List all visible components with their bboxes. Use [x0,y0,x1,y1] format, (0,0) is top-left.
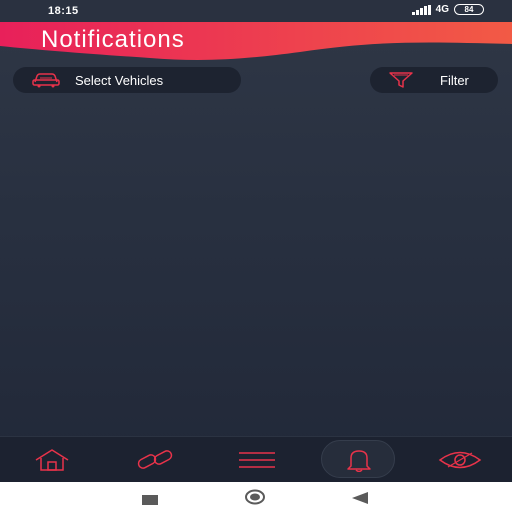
recent-apps-button[interactable] [142,492,158,510]
home-system-button[interactable] [244,489,266,510]
network-type: 4G [435,4,449,15]
circle-icon [245,489,265,505]
bottom-nav [0,436,512,482]
nav-link-button[interactable] [125,437,185,483]
menu-icon [239,452,275,468]
app-screen: 18:15 4G 84 Notifications Select Vehicle… [0,0,512,482]
back-triangle-icon [352,492,368,504]
select-vehicles-button[interactable]: Select Vehicles [13,67,241,93]
square-icon [142,495,158,505]
filter-icon [389,72,413,88]
nav-eye-button[interactable] [430,437,490,483]
filter-label: Filter [440,72,469,88]
notifications-list [0,100,512,434]
battery-icon: 84 [454,4,484,15]
nav-home-button[interactable] [22,437,82,483]
signal-icon [411,4,431,15]
eye-icon [438,451,482,469]
page-title: Notifications [41,26,185,53]
system-nav-bar [0,482,512,512]
status-indicators: 4G 84 [411,4,484,15]
bell-icon [347,450,371,472]
select-vehicles-label: Select Vehicles [75,72,164,88]
back-button[interactable] [352,491,368,509]
link-icon [137,450,173,469]
nav-notifications-button[interactable] [321,440,395,478]
battery-level: 84 [464,5,474,14]
filter-button[interactable]: Filter [370,67,498,93]
status-time: 18:15 [48,5,79,17]
home-icon [35,449,69,471]
car-icon [32,73,60,88]
nav-menu-button[interactable] [227,437,287,483]
